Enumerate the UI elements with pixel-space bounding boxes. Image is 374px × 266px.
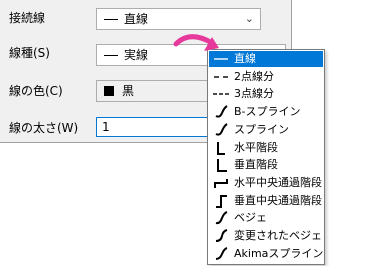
line-sample-icon bbox=[104, 19, 118, 20]
horizontal-step-icon bbox=[212, 140, 230, 156]
dropdown-option-label: 変更されたベジェ bbox=[234, 229, 322, 242]
dropdown-option[interactable]: 垂直階段 bbox=[209, 157, 323, 173]
vertical-step-icon bbox=[212, 157, 230, 173]
dropdown-option-label: スプライン bbox=[234, 122, 289, 136]
dropdown-option[interactable]: 2点線分 bbox=[209, 69, 323, 85]
akima-spline-icon bbox=[212, 246, 230, 262]
dropdown-option-label: ベジェ bbox=[234, 211, 267, 225]
dropdown-option-label: B-スプライン bbox=[234, 105, 301, 119]
three-point-segment-icon bbox=[212, 86, 230, 102]
dropdown-option[interactable]: B-スプライン bbox=[209, 104, 323, 120]
connect-combo[interactable]: 直線 ⌄ bbox=[96, 8, 261, 30]
straight-line-icon bbox=[212, 51, 230, 67]
dropdown-option[interactable]: 3点線分 bbox=[209, 86, 323, 102]
dropdown-option-label: Akimaスプライン bbox=[234, 246, 324, 260]
vertical-center-step-icon bbox=[212, 193, 230, 209]
modified-bezier-icon bbox=[212, 228, 230, 244]
dropdown-option-label: 水平階段 bbox=[234, 140, 278, 154]
dropdown-option[interactable]: 直線 bbox=[209, 51, 323, 67]
connect-dropdown-list: 直線 2点線分 3点線分 B-スプライン スプライン水平階段垂直階段水平中央通過階段 垂直… bbox=[207, 49, 325, 265]
dropdown-option[interactable]: 垂直中央通過階段 bbox=[209, 193, 323, 209]
connect-label: 接続線 bbox=[9, 11, 46, 25]
b-spline-icon bbox=[212, 104, 230, 120]
dropdown-option-label: 垂直中央通過階段 bbox=[234, 193, 322, 207]
dropdown-option-label: 直線 bbox=[234, 52, 256, 65]
two-point-segment-icon bbox=[212, 69, 230, 85]
linetype-label: 線種(S) bbox=[9, 46, 50, 60]
dropdown-option[interactable]: スプライン bbox=[209, 122, 323, 138]
dropdown-option-label: 水平中央通過階段 bbox=[234, 175, 322, 189]
linetype-value: 実線 bbox=[124, 48, 149, 62]
dropdown-option[interactable]: ベジェ bbox=[209, 210, 323, 226]
line-sample-icon bbox=[104, 55, 118, 56]
dropdown-option[interactable]: 変更されたベジェ bbox=[209, 228, 323, 244]
connect-value: 直線 bbox=[124, 12, 149, 26]
bezier-icon bbox=[212, 210, 230, 226]
spline-icon bbox=[212, 122, 230, 138]
dropdown-option[interactable]: 水平階段 bbox=[209, 140, 323, 156]
dropdown-option-label: 垂直階段 bbox=[234, 158, 278, 172]
color-value: 黒 bbox=[122, 84, 135, 98]
color-label: 線の色(C) bbox=[9, 84, 63, 98]
width-label: 線の太さ(W) bbox=[9, 121, 79, 135]
horizontal-center-step-icon bbox=[212, 175, 230, 191]
dropdown-option-label: 3点線分 bbox=[234, 87, 274, 101]
color-swatch bbox=[104, 86, 114, 96]
dropdown-option[interactable]: Akimaスプライン bbox=[209, 246, 323, 262]
chevron-down-icon[interactable]: ⌄ bbox=[245, 12, 254, 25]
dropdown-option[interactable]: 水平中央通過階段 bbox=[209, 175, 323, 191]
dropdown-option-label: 2点線分 bbox=[234, 69, 274, 83]
